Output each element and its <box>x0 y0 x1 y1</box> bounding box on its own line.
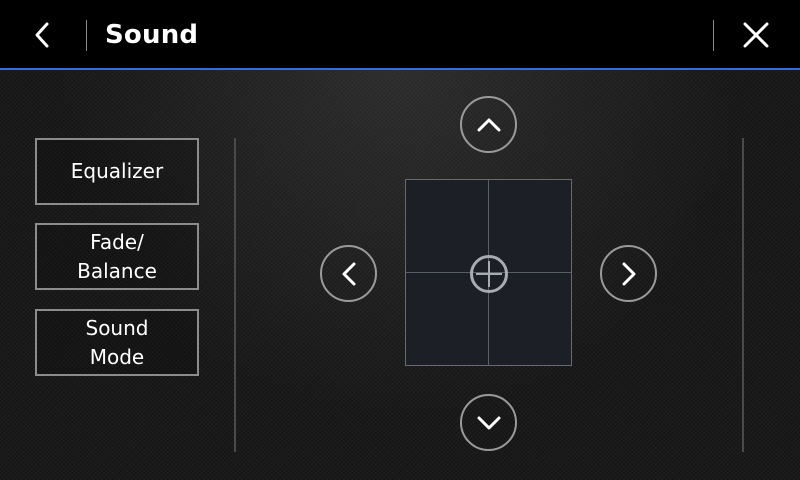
equalizer-button[interactable]: Equalizer <box>35 138 199 205</box>
fade-balance-button[interactable]: Fade/ Balance <box>35 223 199 290</box>
header-bar: Sound <box>0 0 800 68</box>
page-title: Sound <box>105 20 199 50</box>
divider-left <box>234 138 236 452</box>
chevron-right-icon <box>622 262 635 285</box>
header-divider-right <box>713 20 714 51</box>
fade-front-button[interactable] <box>460 96 517 153</box>
balance-right-button[interactable] <box>600 245 657 302</box>
close-button[interactable] <box>734 14 778 56</box>
close-icon <box>743 22 769 48</box>
chevron-left-icon <box>35 22 49 48</box>
sound-mode-button[interactable]: Sound Mode <box>35 309 199 376</box>
fade-balance-pad[interactable] <box>405 179 572 366</box>
divider-right <box>742 138 744 452</box>
fade-rear-button[interactable] <box>460 394 517 451</box>
equalizer-label: Equalizer <box>70 159 164 183</box>
header-divider-left <box>86 20 87 51</box>
back-button[interactable] <box>22 14 62 56</box>
sound-mode-label: Sound Mode <box>85 315 149 369</box>
crosshair-icon[interactable] <box>470 255 508 293</box>
chevron-down-icon <box>477 416 500 429</box>
chevron-up-icon <box>477 118 500 131</box>
chevron-left-icon <box>342 262 355 285</box>
fade-balance-label: Fade/ Balance <box>77 229 157 283</box>
balance-left-button[interactable] <box>320 245 377 302</box>
